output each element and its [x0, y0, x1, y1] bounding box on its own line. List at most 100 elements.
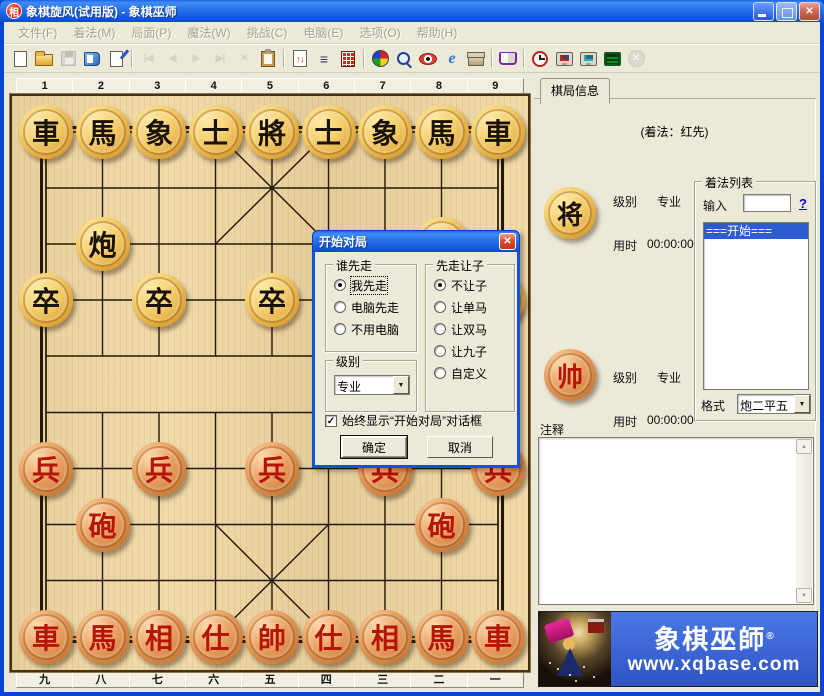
piece-black-horse-right[interactable]: 馬 — [415, 105, 469, 159]
piece-red-cannon-right[interactable]: 砲 — [415, 498, 469, 552]
tab-game-info[interactable]: 棋局信息 — [540, 78, 610, 104]
piece-red-elephant-right[interactable]: 相 — [358, 610, 412, 664]
help-link[interactable]: ? — [799, 196, 807, 211]
close-button[interactable]: ✕ — [799, 2, 820, 21]
radio-no-computer[interactable]: 不用电脑 — [334, 318, 416, 340]
move-list[interactable]: ===开始=== — [703, 222, 809, 390]
radio-label: 电脑先走 — [351, 299, 399, 316]
flip-board-icon: ↑↓ — [293, 50, 307, 67]
radio-i-first[interactable]: 我先走 — [334, 274, 416, 296]
dropdown-arrow-icon[interactable]: ▼ — [393, 376, 409, 394]
paste-position-button[interactable] — [256, 47, 280, 70]
radio-computer-first[interactable]: 电脑先走 — [334, 296, 416, 318]
menu-file: 文件(F) — [10, 24, 65, 41]
move-input-label: 输入 — [703, 197, 727, 214]
comment-scrollbar[interactable]: ▲ ▼ — [796, 439, 812, 603]
maximize-button[interactable] — [776, 2, 797, 21]
search-position-button[interactable] — [392, 47, 416, 70]
format-combobox[interactable]: 炮二平五 ▼ — [737, 394, 811, 414]
piece-character: 相 — [132, 610, 186, 664]
stop-thinking-button: ✕ — [624, 47, 648, 70]
piece-red-pawn-2[interactable]: 兵 — [132, 442, 186, 496]
radio-nine-pieces[interactable]: 让九子 — [434, 340, 514, 362]
piece-character: 象 — [358, 105, 412, 159]
radio-circle-icon — [434, 279, 446, 291]
move-list-item[interactable]: ===开始=== — [704, 223, 808, 239]
engine-computer-2-button[interactable] — [576, 47, 600, 70]
toolbar-separator — [363, 49, 365, 69]
level-value: 专业 — [335, 376, 393, 394]
board-column-numbers: 123456789 — [10, 78, 530, 94]
minimize-button[interactable] — [753, 2, 774, 21]
timer-icon — [532, 51, 548, 67]
edit-position-button[interactable] — [104, 47, 128, 70]
ok-button[interactable]: 确定 — [341, 436, 407, 458]
game-monitor-button[interactable] — [600, 47, 624, 70]
registered-mark: ® — [766, 631, 773, 642]
new-board-button[interactable] — [8, 47, 32, 70]
piece-character: 炮 — [76, 217, 130, 271]
radio-one-horse[interactable]: 让单马 — [434, 296, 514, 318]
piece-black-general[interactable]: 將 — [245, 105, 299, 159]
dropdown-arrow-icon[interactable]: ▼ — [794, 395, 810, 413]
piece-red-elephant-left[interactable]: 相 — [132, 610, 186, 664]
engine-computer-1-button[interactable] — [552, 47, 576, 70]
web-browser-button[interactable]: e — [440, 47, 464, 70]
piece-character: 卒 — [132, 273, 186, 327]
save-file-icon — [61, 51, 76, 66]
format-value: 炮二平五 — [738, 395, 794, 413]
piece-red-cannon-left[interactable]: 砲 — [76, 498, 130, 552]
flip-board-button[interactable]: ↑↓ — [288, 47, 312, 70]
comment-textarea[interactable]: ▲ ▼ — [538, 437, 814, 605]
dialog-title-bar[interactable]: 开始对局 ✕ — [312, 230, 520, 252]
move-tree-button[interactable]: ≡ — [312, 47, 336, 70]
radio-none[interactable]: 不让子 — [434, 274, 514, 296]
cancel-button[interactable]: 取消 — [427, 436, 493, 458]
radio-label: 让双马 — [451, 321, 487, 338]
piece-black-horse-left[interactable]: 馬 — [76, 105, 130, 159]
level-combobox[interactable]: 专业 ▼ — [334, 375, 410, 395]
score-sheet-button[interactable] — [336, 47, 360, 70]
piece-black-advisor-left[interactable]: 士 — [189, 105, 243, 159]
piece-black-cannon-left[interactable]: 炮 — [76, 217, 130, 271]
menu-magic: 魔法(W) — [179, 24, 238, 41]
title-bar[interactable]: 相 象棋旋风(试用版) - 象棋巫师 ✕ — [0, 0, 824, 22]
piece-red-advisor-left[interactable]: 仕 — [189, 610, 243, 664]
piece-red-general[interactable]: 帥 — [245, 610, 299, 664]
piece-black-rook-right[interactable]: 車 — [471, 105, 525, 159]
dialog-close-button[interactable]: ✕ — [499, 233, 516, 250]
piece-red-horse-left[interactable]: 馬 — [76, 610, 130, 664]
piece-black-elephant-right[interactable]: 象 — [358, 105, 412, 159]
window-buttons: ✕ — [751, 2, 820, 21]
piece-black-pawn-1[interactable]: 卒 — [19, 273, 73, 327]
open-file-button[interactable] — [32, 47, 56, 70]
scroll-up-icon[interactable]: ▲ — [796, 439, 812, 454]
piece-red-horse-right[interactable]: 馬 — [415, 610, 469, 664]
logo-title: 象棋巫師® — [654, 622, 773, 655]
move-input[interactable] — [743, 194, 791, 212]
piece-red-pawn-3[interactable]: 兵 — [245, 442, 299, 496]
install-package-button[interactable] — [464, 47, 488, 70]
radio-custom[interactable]: 自定义 — [434, 362, 514, 384]
piece-red-rook-left[interactable]: 車 — [19, 610, 73, 664]
piece-red-pawn-1[interactable]: 兵 — [19, 442, 73, 496]
radio-two-horses[interactable]: 让双马 — [434, 318, 514, 340]
eye-view-button[interactable] — [416, 47, 440, 70]
always-show-checkbox[interactable]: ✓ 始终显示“开始对局”对话框 — [325, 412, 482, 429]
timer-button[interactable] — [528, 47, 552, 70]
color-scheme-button[interactable] — [368, 47, 392, 70]
piece-black-advisor-right[interactable]: 士 — [302, 105, 356, 159]
who-first-group-label: 谁先走 — [333, 257, 375, 274]
piece-red-rook-right[interactable]: 車 — [471, 610, 525, 664]
piece-black-pawn-3[interactable]: 卒 — [245, 273, 299, 327]
xqbase-logo[interactable]: 象棋巫師® www.xqbase.com — [538, 611, 818, 687]
scroll-down-icon[interactable]: ▼ — [796, 588, 812, 603]
piece-black-rook-left[interactable]: 車 — [19, 105, 73, 159]
copy-board-button[interactable] — [80, 47, 104, 70]
opening-book-button[interactable] — [496, 47, 520, 70]
piece-black-elephant-left[interactable]: 象 — [132, 105, 186, 159]
piece-red-advisor-right[interactable]: 仕 — [302, 610, 356, 664]
info-panel-content: (着法：红先) 将 级别 专业 用时 00:00:00 着法列表 输入 ? ==… — [534, 99, 816, 687]
piece-black-pawn-2[interactable]: 卒 — [132, 273, 186, 327]
column-label-bottom: 一 — [467, 672, 524, 688]
